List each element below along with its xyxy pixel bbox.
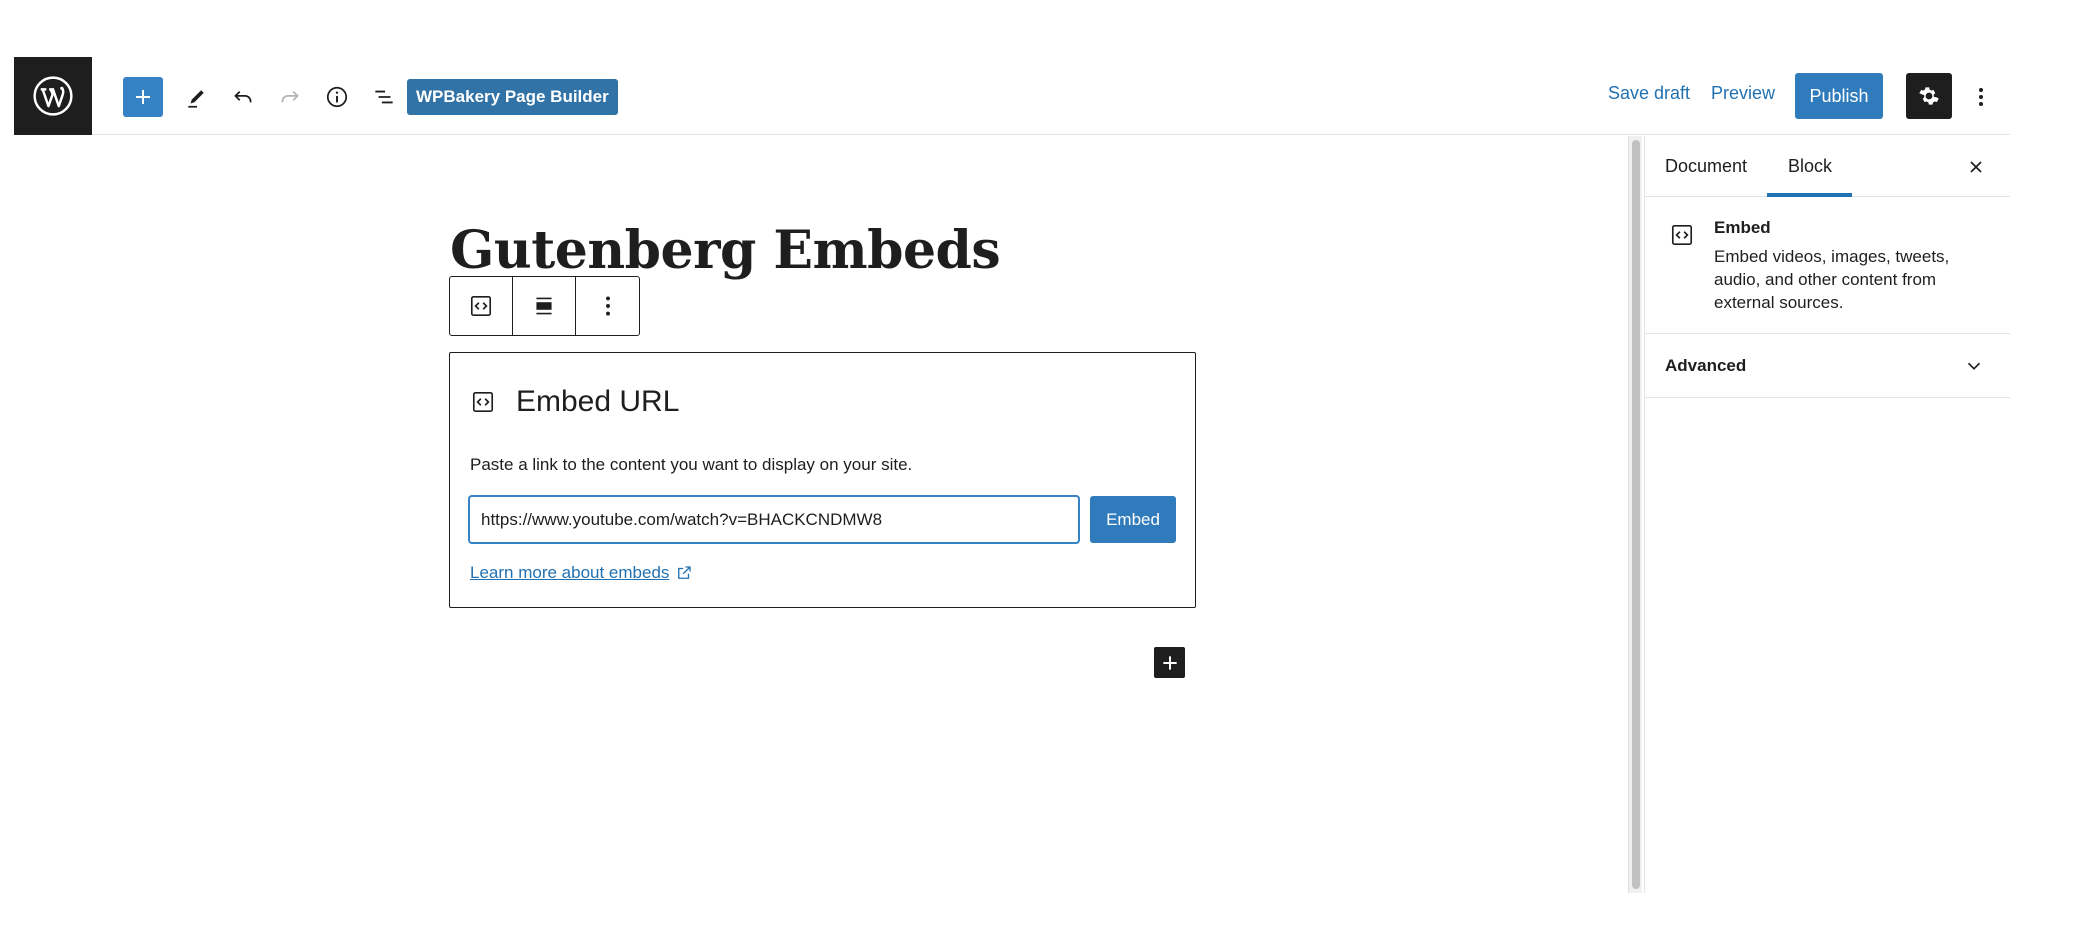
pencil-icon [188,90,204,108]
alignment-button[interactable] [513,277,576,335]
embed-url-input[interactable] [469,496,1079,543]
save-draft-button[interactable]: Save draft [1608,83,1690,104]
redo-icon [281,90,299,103]
vertical-ellipsis-icon [1979,88,1983,106]
embed-heading: Embed URL [516,385,680,418]
content-info-button[interactable] [317,77,357,117]
settings-sidebar: Document Block Embed Embed videos, image… [1644,136,2010,893]
embed-block: Embed URL Paste a link to the content yo… [449,352,1196,608]
add-block-inline-button[interactable] [1154,647,1185,678]
embed-icon [470,295,492,317]
advanced-panel-toggle[interactable]: Advanced [1645,335,2010,398]
undo-icon [234,90,252,103]
active-tab-indicator [1767,193,1852,197]
tab-document[interactable]: Document [1665,156,1747,177]
block-card-title: Embed [1714,218,1771,237]
gear-icon [1919,87,1939,105]
block-navigation-button[interactable] [364,77,404,117]
align-center-icon [536,297,552,315]
advanced-panel-label: Advanced [1665,356,1747,375]
embed-submit-button[interactable]: Embed [1090,496,1176,543]
publish-button[interactable]: Publish [1795,73,1883,119]
sidebar-tabs: Document Block [1645,136,2010,197]
list-view-icon [375,90,393,104]
more-menu-button[interactable] [1966,77,1996,117]
block-toolbar [449,276,640,336]
info-icon [326,86,348,108]
post-title[interactable]: Gutenberg Embeds [450,220,1001,281]
scrollbar-thumb[interactable] [1632,140,1640,889]
external-link-icon [678,566,692,579]
block-type-switcher[interactable] [450,277,513,335]
learn-more-link[interactable]: Learn more about embeds [470,563,693,583]
embed-placeholder-header: Embed URL [470,385,679,419]
preview-button[interactable]: Preview [1711,83,1775,104]
wpbakery-button[interactable]: WPBakery Page Builder [407,79,618,115]
embed-icon [472,391,494,413]
wordpress-logo-icon[interactable] [14,57,92,135]
tab-block[interactable]: Block [1788,156,1832,177]
tools-button[interactable] [177,77,217,117]
chevron-down-icon [1967,362,1981,370]
block-card-description: Embed videos, images, tweets, audio, and… [1714,247,1950,312]
redo-button[interactable] [270,77,310,117]
editor-scrollbar[interactable] [1628,136,1642,893]
vertical-ellipsis-icon [605,296,610,316]
block-card: Embed Embed videos, images, tweets, audi… [1645,198,2010,334]
block-options-button[interactable] [576,277,639,335]
plus-icon [136,90,150,104]
learn-more-label: Learn more about embeds [470,563,670,582]
close-icon [1970,161,1982,173]
settings-button[interactable] [1906,73,1952,119]
plus-icon [1162,655,1177,670]
editor-header: WPBakery Page Builder Save draft Preview… [14,57,2010,135]
close-sidebar-button[interactable] [1959,150,1993,184]
embed-icon [1671,224,1693,246]
add-block-button[interactable] [123,77,163,117]
embed-instructions: Paste a link to the content you want to … [470,455,913,474]
undo-button[interactable] [223,77,263,117]
